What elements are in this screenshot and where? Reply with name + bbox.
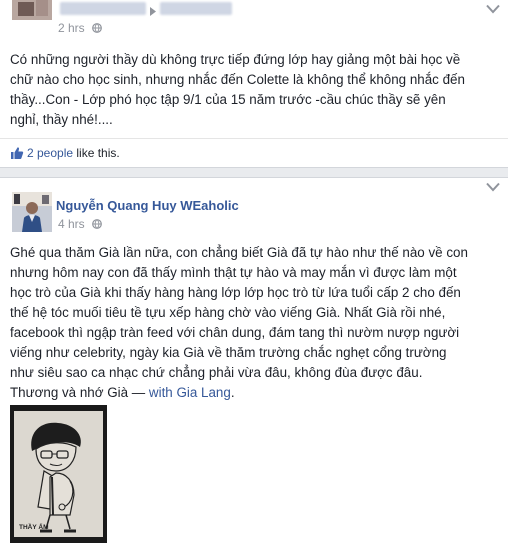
feed-post: 2 hrs Có những người thầy dù không trực …	[0, 0, 508, 168]
avatar[interactable]	[12, 0, 52, 20]
chevron-down-icon[interactable]	[486, 4, 500, 14]
target-name-blurred[interactable]	[160, 2, 232, 15]
timestamp-text[interactable]: 4 hrs	[58, 217, 85, 231]
post-body: Ghé qua thăm Già lần nữa, con chẳng biết…	[10, 243, 496, 403]
likes-suffix: like this.	[73, 146, 120, 160]
post-timestamp[interactable]: 4 hrs	[58, 217, 102, 232]
tag-suffix: .	[230, 385, 235, 400]
post-timestamp[interactable]: 2 hrs	[58, 21, 102, 36]
thumbs-up-icon	[11, 147, 24, 159]
tag-prefix: with	[148, 385, 177, 400]
author-name[interactable]: Nguyễn Quang Huy WEaholic	[56, 198, 239, 213]
likes-link[interactable]: 2 people	[27, 146, 73, 160]
sketch-drawing: THẦY ẤM	[14, 411, 103, 537]
avatar[interactable]	[12, 192, 52, 232]
post-body-text: Ghé qua thăm Già lần nữa, con chẳng biết…	[10, 245, 468, 400]
post-body: Có những người thầy dù không trực tiếp đ…	[10, 52, 465, 127]
triangle-right-icon	[150, 4, 156, 19]
globe-icon	[92, 22, 102, 36]
timestamp-text[interactable]: 2 hrs	[58, 21, 85, 35]
post-photo[interactable]: THẦY ẤM	[10, 405, 107, 543]
chevron-down-icon[interactable]	[486, 182, 500, 192]
likes-summary: 2 people like this.	[0, 138, 508, 168]
author-name-blurred[interactable]	[60, 2, 146, 15]
globe-icon	[92, 218, 102, 232]
tagged-person-link[interactable]: Gia Lang	[176, 385, 230, 400]
feed-post: Nguyễn Quang Huy WEaholic 4 hrs Ghé qua …	[0, 177, 508, 548]
